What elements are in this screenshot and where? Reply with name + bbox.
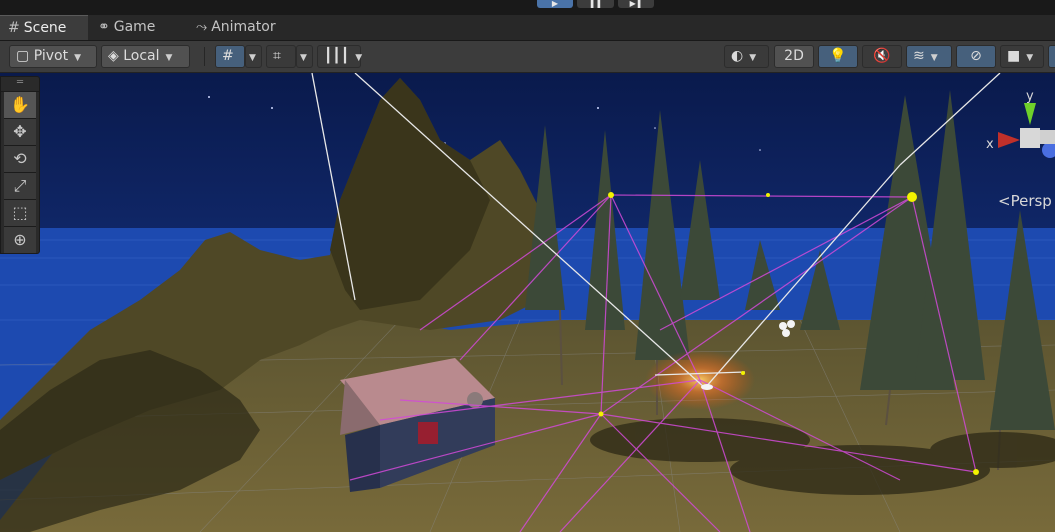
hidden-objects-toggle[interactable]: ⊘ — [956, 45, 996, 68]
play-controls: ▶ ❚❚ ▶❚ — [0, 0, 1055, 15]
chevron-down-icon: ▼ — [74, 53, 81, 63]
scene-viewport[interactable]: y x — [0, 73, 1055, 532]
axis-y-label: y — [1026, 89, 1034, 104]
layers-icon: ≋ — [913, 48, 925, 64]
pivot-icon: ▢ — [16, 48, 30, 64]
tab-label: Scene — [23, 20, 67, 36]
scene-render: y x — [0, 73, 1055, 532]
tab-animator[interactable]: ⤳ Animator — [188, 15, 284, 40]
tab-label: Game — [113, 19, 156, 35]
chevron-down-icon: ▼ — [165, 53, 173, 63]
increment-snap-button[interactable]: ⌗ — [266, 45, 296, 68]
tab-bar: # Scene ⚭ Game ⤳ Animator — [0, 15, 1055, 41]
chevron-down-icon: ▼ — [749, 53, 757, 63]
projection-label[interactable]: <Persp — [998, 192, 1052, 210]
chevron-down-icon: ▼ — [930, 53, 938, 63]
mute-icon: 🔇 — [873, 48, 891, 64]
cube-icon: ◈ — [108, 48, 119, 64]
scale-icon: ⤢ — [13, 176, 27, 195]
projection-text: Persp — [1010, 192, 1052, 210]
effects-dropdown[interactable]: ≋ ▼ — [906, 45, 952, 68]
play-icon: ▶ — [551, 0, 559, 8]
gizmo-cube[interactable] — [1020, 128, 1040, 148]
scene-toolbar: ▢ Pivot ▼ ◈ Local ▼ # ▼ ⌗ ▼ ┃┃┃ ▼ ◐ ▼ 2D 💡 🔇… — [0, 41, 1055, 73]
tab-label: Animator — [211, 19, 276, 35]
lighting-toggle[interactable]: 💡 — [818, 45, 858, 68]
hand-tool-button[interactable]: ✋ — [4, 92, 36, 119]
step-button[interactable]: ▶❚ — [618, 0, 654, 8]
pivot-dropdown[interactable]: ▢ Pivot ▼ — [9, 45, 97, 68]
pause-button[interactable]: ❚❚ — [577, 0, 614, 8]
transform-tool-button[interactable]: ⊕ — [4, 227, 36, 254]
divider — [204, 47, 205, 66]
camera-dropdown[interactable]: ■ ▼ — [1000, 45, 1044, 68]
move-tool-button[interactable]: ✥ — [4, 119, 36, 146]
gamepad-icon: ⚭ — [98, 19, 110, 35]
tab-scene[interactable]: # Scene — [0, 15, 88, 40]
tab-game[interactable]: ⚭ Game — [90, 15, 163, 40]
grid-visibility-dropdown[interactable]: ┃┃┃ ▼ — [317, 45, 363, 68]
pivot-label: Pivot — [33, 48, 69, 64]
axis-x-label: x — [986, 137, 994, 152]
chevron-down-icon: ▼ — [355, 53, 363, 63]
gizmos-button[interactable] — [1048, 45, 1055, 68]
move-icon: ✥ — [13, 122, 27, 141]
grid-icon: # — [8, 20, 20, 36]
snap-icon: ⌗ — [273, 48, 281, 64]
hand-icon: ✋ — [10, 95, 30, 114]
pause-icon: ❚❚ — [588, 0, 603, 8]
audio-toggle[interactable]: 🔇 — [862, 45, 902, 68]
drag-handle[interactable]: ═ — [1, 77, 39, 92]
rect-tool-button[interactable]: ⬚ — [4, 200, 36, 227]
chevron-down-icon: ▼ — [1026, 53, 1034, 63]
local-label: Local — [123, 48, 160, 64]
rect-icon: ⬚ — [12, 203, 28, 222]
animator-icon: ⤳ — [196, 19, 208, 35]
grid-snap-icon: # — [222, 48, 234, 64]
lightbulb-icon: 💡 — [829, 48, 847, 64]
scale-tool-button[interactable]: ⤢ — [4, 173, 36, 200]
toggle-2d-button[interactable]: 2D — [774, 45, 814, 68]
mode-2d-label: 2D — [784, 48, 804, 64]
step-icon: ▶❚ — [629, 0, 643, 8]
shading-icon: ◐ — [731, 48, 744, 64]
draw-mode-dropdown[interactable]: ◐ ▼ — [724, 45, 769, 68]
increment-snap-dropdown[interactable]: ▼ — [296, 45, 313, 68]
tools-overlay: ═ ✋ ✥ ⟲ ⤢ ⬚ ⊕ — [0, 76, 40, 254]
grid-snap-button[interactable]: # — [215, 45, 245, 68]
chevron-down-icon: ▼ — [300, 53, 307, 63]
transform-icon: ⊕ — [13, 230, 27, 249]
chevron-down-icon: ▼ — [249, 53, 256, 63]
rotate-icon: ⟲ — [13, 149, 27, 168]
rotate-tool-button[interactable]: ⟲ — [4, 146, 36, 173]
local-dropdown[interactable]: ◈ Local ▼ — [101, 45, 190, 68]
play-button[interactable]: ▶ — [537, 0, 573, 8]
eye-slash-icon: ⊘ — [970, 48, 982, 64]
ruler-icon: ┃┃┃ — [324, 48, 350, 64]
grid-snap-dropdown[interactable]: ▼ — [245, 45, 262, 68]
camera-icon: ■ — [1007, 48, 1021, 64]
